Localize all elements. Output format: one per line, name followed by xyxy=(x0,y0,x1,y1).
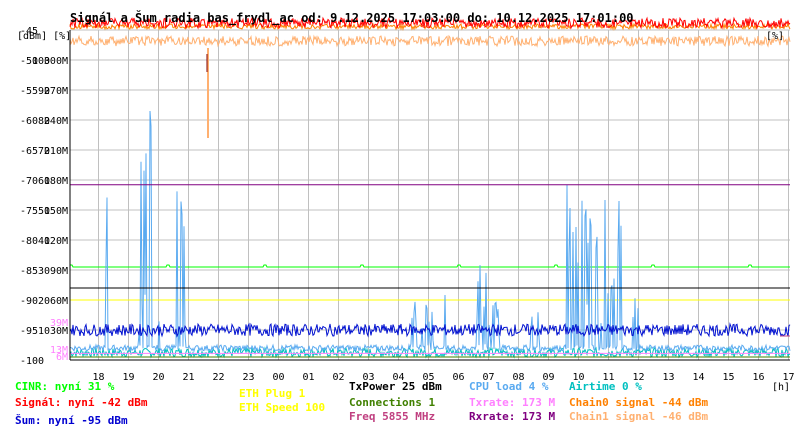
y-tick-dbm: -70 xyxy=(20,176,38,187)
legend-eth-speed: ETH Speed 100 xyxy=(239,401,326,414)
x-tick: 01 xyxy=(302,372,314,383)
y-tick-rate: 240M xyxy=(44,116,68,127)
x-tick: 20 xyxy=(152,372,164,383)
x-tick: 19 xyxy=(122,372,134,383)
y-tick-dbm: -90 xyxy=(20,296,38,307)
legend-cpu: CPU load 4 % xyxy=(469,380,549,393)
y-tick-rate: 180M xyxy=(44,176,68,187)
y-tick-dbm: -95 xyxy=(20,326,38,337)
y-tick-rate: 120M xyxy=(44,236,68,247)
x-unit-label: [h] xyxy=(772,382,790,393)
x-tick: 06 xyxy=(452,372,464,383)
x-tick: 00 xyxy=(272,372,284,383)
y-tick-pct: 20 xyxy=(38,296,50,307)
legend-noise: Šum: nyní -95 dBm xyxy=(15,414,128,427)
legend-txpower: TxPower 25 dBm xyxy=(349,380,442,393)
y-tick-dbm: -100 xyxy=(20,356,44,367)
chart-title: Signál a Šum radia bas_frydl_ac od: 9.12… xyxy=(70,10,634,26)
legend-txrate: Txrate: 173 M xyxy=(469,396,556,409)
y-tick-rate-overlay: 6M xyxy=(56,352,68,363)
y-tick-dbm: -60 xyxy=(20,116,38,127)
y-tick-pct: 10 xyxy=(38,326,50,337)
x-tick: 21 xyxy=(182,372,194,383)
right-unit-label: [%] xyxy=(766,31,784,42)
legend-signal: Signál: nyní -42 dBm xyxy=(15,396,148,409)
x-tick: 13 xyxy=(662,372,674,383)
y-tick-dbm: -65 xyxy=(20,146,38,157)
chart: -45-50100300M-55 90270M-60 80240M-65 70210M… xyxy=(0,0,800,430)
legend-freq: Freq 5855 MHz xyxy=(349,410,436,423)
legend-airtime: Airtime 0 % xyxy=(569,380,642,393)
x-tick: 16 xyxy=(752,372,764,383)
y-tick-rate: 150M xyxy=(44,206,68,217)
y-tick-dbm: -85 xyxy=(20,266,38,277)
x-tick: 15 xyxy=(722,372,734,383)
y-tick-rate: 300M xyxy=(44,56,68,67)
legend-cinr: CINR: nyní 31 % xyxy=(15,380,115,393)
legend-eth-plug: ETH Plug 1 xyxy=(239,387,306,400)
y-tick-dbm: -55 xyxy=(20,86,38,97)
legend-chain1: Chain1 signal -46 dBm xyxy=(569,410,709,423)
legend-rxrate: Rxrate: 173 M xyxy=(469,410,556,423)
legend-connections: Connections 1 xyxy=(349,396,436,409)
y-tick-rate: 270M xyxy=(44,86,68,97)
x-tick: 02 xyxy=(332,372,344,383)
legend-chain0: Chain0 signal -44 dBm xyxy=(569,396,709,409)
y-tick-dbm: -75 xyxy=(20,206,38,217)
y-tick-rate: 90M xyxy=(50,266,68,277)
x-tick: 23 xyxy=(242,372,254,383)
background xyxy=(0,0,800,430)
x-tick: 22 xyxy=(212,372,224,383)
y-tick-pct: 30 xyxy=(38,266,50,277)
x-tick: 14 xyxy=(692,372,704,383)
y-tick-rate: 210M xyxy=(44,146,68,157)
y-tick-rate-overlay: 39M xyxy=(50,318,68,329)
left-unit-label: [dBm] [%] xyxy=(17,31,71,42)
y-tick-dbm: -80 xyxy=(20,236,38,247)
y-tick-rate: 60M xyxy=(50,296,68,307)
